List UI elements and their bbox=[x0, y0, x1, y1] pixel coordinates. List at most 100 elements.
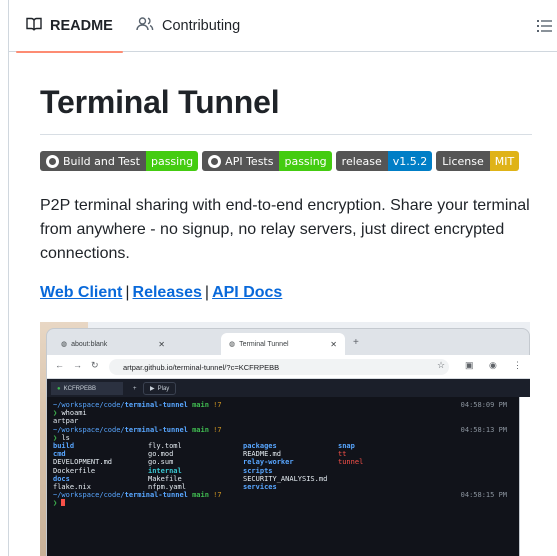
browser-window: ◍ about:blank ✕ ◍ Terminal Tunnel ✕ + ← … bbox=[46, 328, 530, 556]
play-icon: ▶ bbox=[150, 386, 155, 392]
ls-entry: Makefile bbox=[148, 474, 182, 483]
badge-label: API Tests bbox=[225, 154, 274, 168]
ls-entry: tunnel bbox=[338, 458, 364, 467]
scrollbar bbox=[519, 397, 530, 556]
ls-entry: flake.nix bbox=[53, 482, 91, 491]
status-dot-icon: ● bbox=[57, 385, 61, 392]
ls-entry: snap bbox=[338, 441, 355, 450]
ls-entry: build bbox=[53, 441, 75, 450]
close-icon: ✕ bbox=[330, 339, 337, 349]
session-tab: ● KCFRPEBB bbox=[51, 382, 123, 395]
tab-readme[interactable]: README bbox=[16, 0, 123, 53]
ls-entry bbox=[338, 467, 433, 475]
timestamp: 04:58:15 PM bbox=[460, 491, 507, 500]
book-icon bbox=[26, 16, 42, 36]
tab-contributing-label: Contributing bbox=[162, 18, 241, 34]
close-icon: ✕ bbox=[158, 339, 165, 349]
prompt-branch: main bbox=[192, 401, 209, 409]
command-line: ❯ bbox=[53, 499, 513, 507]
ls-entry: DEVELOPMENT.md bbox=[53, 458, 113, 467]
badge-api-tests[interactable]: API Tests passing bbox=[202, 151, 332, 171]
address-bar: ← → ↻ artpar.github.io/terminal-tunnel/?… bbox=[47, 355, 530, 379]
api-docs-link[interactable]: API Docs bbox=[212, 284, 282, 301]
link-separator: | bbox=[125, 284, 130, 301]
extensions-icon: ▣ bbox=[465, 360, 474, 370]
ls-entry: SECURITY_ANALYSIS.md bbox=[243, 474, 328, 483]
demo-screenshot: ◍ about:blank ✕ ◍ Terminal Tunnel ✕ + ← … bbox=[40, 322, 530, 556]
badge-value: passing bbox=[279, 151, 332, 171]
ls-entry: docs bbox=[53, 474, 70, 483]
new-tab-icon: + bbox=[353, 337, 359, 348]
badge-value: MIT bbox=[489, 151, 520, 171]
browser-tab-label: Terminal Tunnel bbox=[239, 340, 289, 348]
url-field: artpar.github.io/terminal-tunnel/?c=KCFR… bbox=[109, 359, 449, 375]
quick-links: Web Client | Releases | API Docs bbox=[40, 284, 282, 302]
ls-entry: tt bbox=[338, 450, 347, 459]
reload-icon: ↻ bbox=[91, 360, 99, 370]
star-icon: ☆ bbox=[437, 360, 446, 370]
prompt-path: ~/workspace/code/ bbox=[53, 401, 125, 409]
ls-entry: cmd bbox=[53, 450, 66, 459]
badge-value: v1.5.2 bbox=[387, 151, 433, 171]
command-line: ❯ ls bbox=[53, 433, 70, 442]
prompt-branch: main bbox=[192, 425, 209, 434]
releases-link[interactable]: Releases bbox=[133, 284, 202, 301]
github-icon bbox=[208, 154, 222, 168]
prompt-repo: terminal-tunnel bbox=[124, 401, 188, 409]
prompt-changes: !7 bbox=[213, 401, 222, 409]
project-description: P2P terminal sharing with end-to-end enc… bbox=[40, 197, 530, 262]
browser-tab-terminal: ◍ Terminal Tunnel ✕ bbox=[221, 333, 345, 355]
prompt-repo: terminal-tunnel bbox=[124, 425, 188, 434]
ls-entry: Dockerfile bbox=[53, 466, 96, 475]
timestamp: 04:58:13 PM bbox=[460, 425, 507, 434]
prompt-line: ~/workspace/code/terminal-tunnel main !7… bbox=[53, 426, 513, 434]
badge-row: Build and Test passing API Tests passing… bbox=[40, 151, 520, 171]
github-icon bbox=[46, 154, 59, 168]
terminal-output: ~/workspace/code/terminal-tunnel main !7… bbox=[47, 397, 519, 556]
web-client-link[interactable]: Web Client bbox=[40, 284, 122, 301]
kebab-menu-icon: ⋮ bbox=[513, 360, 522, 370]
terminal-cursor bbox=[61, 499, 66, 507]
people-icon bbox=[136, 16, 154, 36]
new-session-icon: + bbox=[133, 385, 137, 392]
ls-entry: internal bbox=[148, 466, 182, 475]
title-divider bbox=[40, 134, 532, 135]
command-text: ls bbox=[61, 433, 70, 442]
prompt-changes: !7 bbox=[213, 491, 222, 500]
outline-list-icon[interactable] bbox=[536, 17, 554, 35]
ls-entry: go.mod bbox=[148, 450, 174, 459]
command-line: ❯ whoami bbox=[53, 409, 87, 418]
ls-entry: relay-worker bbox=[243, 458, 294, 467]
output-line: artpar bbox=[53, 417, 79, 426]
play-label: Play bbox=[157, 385, 170, 392]
badge-label: release bbox=[341, 154, 382, 168]
ls-entry: scripts bbox=[243, 466, 273, 475]
session-tab-label: KCFRPEBB bbox=[63, 385, 96, 392]
ls-entry bbox=[338, 483, 433, 491]
browser-tab-label: about:blank bbox=[71, 340, 108, 348]
play-button: ▶ Play bbox=[143, 382, 177, 395]
link-separator: | bbox=[204, 284, 210, 301]
badge-release[interactable]: release v1.5.2 bbox=[335, 151, 433, 171]
badge-build[interactable]: Build and Test passing bbox=[40, 151, 199, 171]
prompt-path: ~/workspace/code/ bbox=[53, 425, 125, 434]
readme-tabbar: README Contributing bbox=[8, 0, 557, 53]
ls-entry: README.md bbox=[243, 450, 281, 459]
command-text: whoami bbox=[61, 409, 87, 418]
globe-icon: ◍ bbox=[61, 341, 68, 348]
ls-entry: nfpm.yaml bbox=[148, 482, 186, 491]
page-title: Terminal Tunnel bbox=[40, 84, 280, 120]
tab-contributing[interactable]: Contributing bbox=[130, 0, 246, 52]
back-icon: ← bbox=[55, 360, 64, 370]
ls-entry: go.sum bbox=[148, 458, 174, 467]
badge-license[interactable]: License MIT bbox=[436, 151, 520, 171]
forward-icon: → bbox=[73, 360, 82, 370]
prompt-line: ~/workspace/code/terminal-tunnel main !7… bbox=[53, 491, 513, 499]
prompt-branch: main bbox=[192, 491, 209, 500]
ls-entry: services bbox=[243, 482, 277, 491]
ls-output: build fly.toml packages snap cmd go.mod READM… bbox=[53, 442, 513, 491]
globe-icon: ◍ bbox=[229, 341, 236, 348]
ls-entry: fly.toml bbox=[148, 441, 182, 450]
prompt-line: ~/workspace/code/terminal-tunnel main !7… bbox=[53, 401, 513, 409]
prompt-path: ~/workspace/code/ bbox=[53, 491, 125, 500]
